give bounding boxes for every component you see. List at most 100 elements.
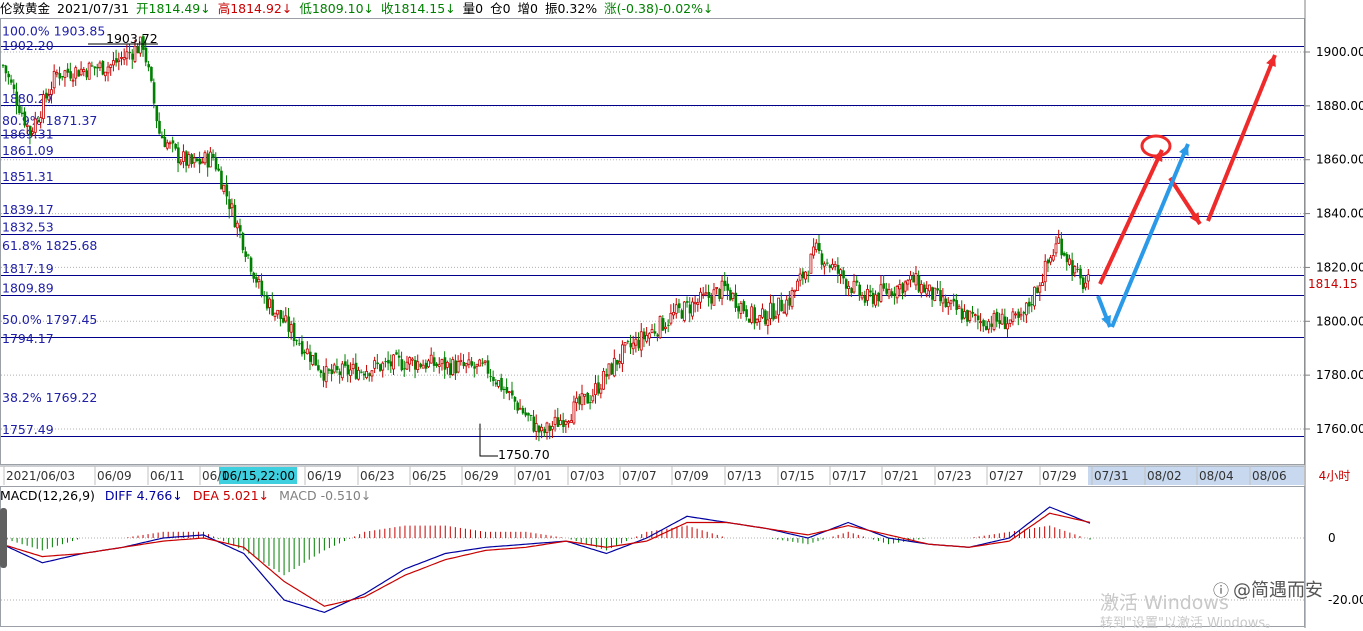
candle-body bbox=[960, 308, 964, 320]
candle-body bbox=[828, 265, 832, 268]
candle-body bbox=[103, 71, 107, 77]
candle-body bbox=[10, 79, 13, 83]
candle-body bbox=[125, 51, 129, 59]
candle-body bbox=[58, 73, 62, 79]
level-label: 1861.09 bbox=[2, 143, 54, 158]
candle-body bbox=[527, 413, 530, 416]
candle-body bbox=[1011, 311, 1015, 322]
low-marker bbox=[479, 423, 498, 457]
candle-body bbox=[801, 271, 805, 279]
candle-body bbox=[163, 136, 167, 147]
candle-body bbox=[788, 297, 791, 306]
x-tick-label: 06/11 bbox=[150, 469, 185, 483]
x-tick-label: 07/23 bbox=[937, 469, 972, 483]
candle-body bbox=[131, 53, 134, 60]
candle-body bbox=[349, 369, 352, 376]
candle-body bbox=[1024, 302, 1028, 316]
candle-body bbox=[939, 290, 942, 302]
candle-body bbox=[28, 125, 32, 136]
level-label: 38.2% 1769.22 bbox=[2, 390, 97, 405]
candle-body bbox=[715, 287, 719, 289]
candle-body bbox=[1084, 282, 1088, 288]
candle-body bbox=[836, 264, 840, 274]
candle-body bbox=[214, 157, 218, 170]
candle-body bbox=[912, 275, 915, 283]
candle-body bbox=[750, 306, 754, 323]
candle-body bbox=[47, 95, 51, 101]
candle-body bbox=[629, 343, 633, 348]
candle-body bbox=[187, 154, 191, 166]
candle-body bbox=[492, 376, 495, 382]
candle-body bbox=[77, 70, 81, 77]
candle-body bbox=[481, 362, 484, 364]
period-selector[interactable]: 4小时 bbox=[1306, 467, 1363, 485]
candle-body bbox=[171, 140, 175, 144]
candle-body bbox=[362, 373, 366, 376]
candle-body bbox=[432, 357, 436, 366]
dea-value: DEA 5.021↓ bbox=[192, 488, 270, 503]
candle-body bbox=[844, 279, 848, 289]
x-tick-label: 08/04 bbox=[1199, 469, 1234, 483]
diff-value: DIFF 4.766↓ bbox=[104, 488, 183, 503]
candle-body bbox=[674, 304, 678, 314]
candle-body bbox=[332, 364, 336, 373]
candle-body bbox=[739, 302, 743, 314]
candle-body bbox=[212, 153, 215, 158]
candle-body bbox=[766, 319, 770, 326]
candle-body bbox=[807, 274, 810, 276]
candle-body bbox=[556, 417, 560, 427]
candle-body bbox=[410, 358, 414, 361]
candle-body bbox=[305, 348, 309, 355]
candle-body bbox=[731, 292, 735, 299]
candle-body bbox=[998, 320, 1002, 324]
candle-body bbox=[634, 338, 638, 346]
candle-body bbox=[818, 243, 821, 252]
candle-body bbox=[701, 293, 705, 296]
candle-body bbox=[55, 72, 59, 75]
candle-body bbox=[696, 302, 700, 305]
candle-body bbox=[785, 299, 789, 315]
y-tick-label: 1860.00 bbox=[1316, 153, 1363, 167]
candle-body bbox=[117, 59, 121, 62]
candle-body bbox=[464, 363, 468, 367]
candle-body bbox=[682, 301, 686, 321]
candle-body bbox=[20, 112, 24, 115]
candle-body bbox=[594, 383, 597, 396]
candle-body bbox=[136, 46, 140, 54]
candle-body bbox=[122, 57, 126, 61]
candle-body bbox=[421, 364, 425, 369]
candle-body bbox=[222, 184, 226, 192]
candle-body bbox=[39, 117, 43, 123]
x-tick-label: 07/09 bbox=[674, 469, 709, 483]
candle-body bbox=[203, 152, 207, 164]
candle-body bbox=[179, 161, 183, 165]
candle-body bbox=[147, 64, 151, 68]
candle-body bbox=[866, 289, 869, 301]
candle-body bbox=[820, 253, 824, 265]
candle-body bbox=[1033, 286, 1036, 307]
candle-body bbox=[667, 324, 670, 326]
x-tick-label: 08/02 bbox=[1147, 469, 1182, 483]
candle-body bbox=[612, 357, 616, 377]
candle-body bbox=[1086, 274, 1090, 282]
candle-body bbox=[400, 359, 404, 371]
candle-body bbox=[831, 263, 834, 269]
candle-body bbox=[112, 60, 115, 66]
candle-body bbox=[618, 361, 622, 364]
candle-body bbox=[1057, 237, 1061, 244]
high-annotation: 1903.72 bbox=[106, 31, 158, 46]
candle-body bbox=[317, 365, 320, 371]
candle-body bbox=[365, 371, 368, 379]
candle-body bbox=[370, 370, 374, 377]
candle-body bbox=[230, 203, 234, 209]
candle-body bbox=[106, 66, 110, 74]
candle-body bbox=[295, 340, 299, 342]
candle-body bbox=[208, 151, 212, 168]
candle-body bbox=[607, 363, 611, 376]
candle-body bbox=[877, 292, 880, 302]
candle-body bbox=[879, 284, 883, 302]
brand-text: @简遇而安 bbox=[1233, 580, 1324, 601]
candle-body bbox=[976, 315, 980, 321]
chart-canvas[interactable]: 1900.00 1880.00 1860.00 1840.00 1820.00 1800.… bbox=[0, 0, 1363, 628]
candle-body bbox=[1051, 255, 1055, 261]
